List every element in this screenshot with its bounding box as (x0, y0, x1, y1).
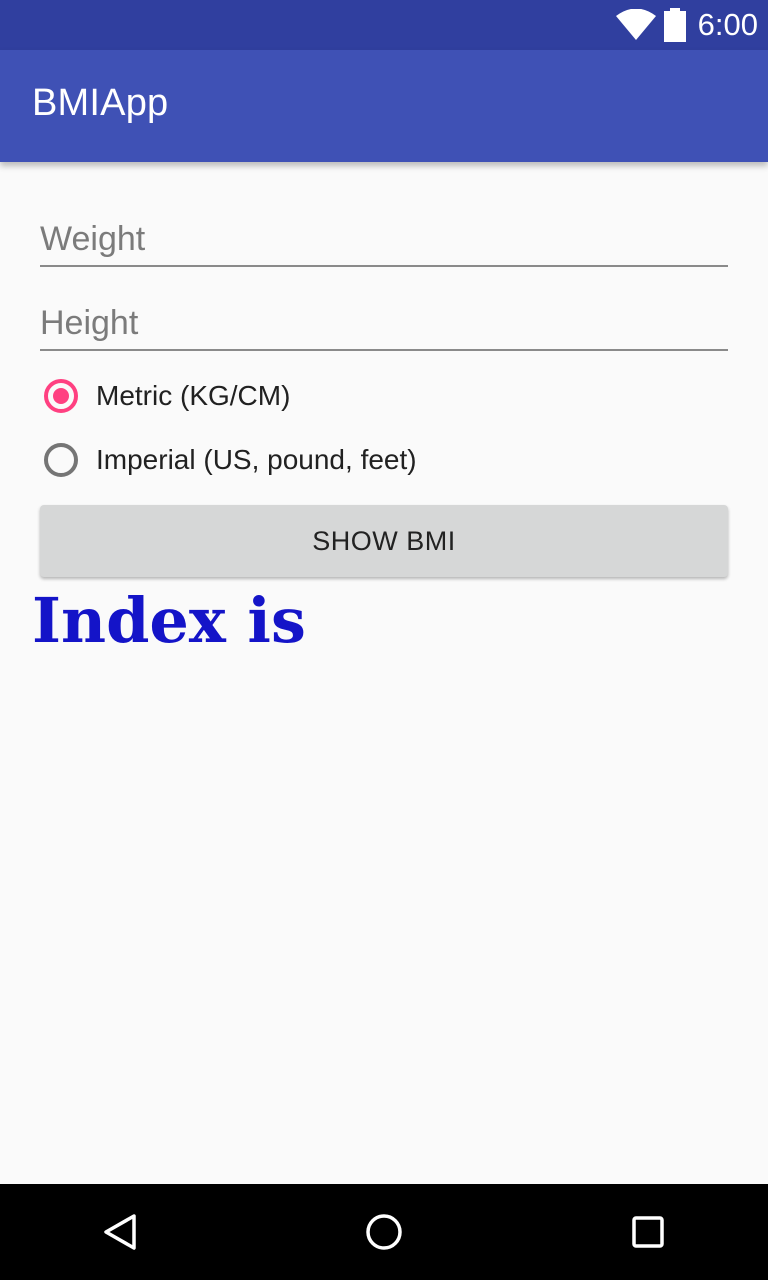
status-icons: 6:00 (615, 0, 758, 50)
radio-unchecked-icon[interactable] (44, 443, 78, 477)
weight-field (40, 205, 728, 267)
radio-metric[interactable]: Metric (KG/CM) (44, 374, 290, 418)
wifi-icon (615, 9, 656, 40)
back-icon[interactable] (100, 1212, 140, 1252)
radio-checked-icon[interactable] (44, 379, 78, 413)
main-content: Metric (KG/CM) Imperial (US, pound, feet… (0, 162, 768, 1184)
app-bar: BMIApp (0, 50, 768, 162)
radio-imperial-label: Imperial (US, pound, feet) (96, 444, 417, 475)
result-text: Index is (32, 584, 306, 657)
app-title: BMIApp (32, 82, 169, 124)
status-time: 6:00 (697, 7, 758, 42)
radio-imperial[interactable]: Imperial (US, pound, feet) (44, 438, 417, 482)
navigation-bar (0, 1184, 768, 1280)
weight-input[interactable] (40, 220, 728, 259)
radio-metric-label: Metric (KG/CM) (96, 380, 291, 411)
status-bar: 6:00 (0, 0, 768, 50)
height-field (40, 289, 728, 351)
home-icon[interactable] (364, 1212, 404, 1252)
battery-icon (663, 8, 686, 42)
recents-icon[interactable] (628, 1212, 668, 1252)
show-bmi-button[interactable]: SHOW BMI (40, 505, 728, 577)
height-input[interactable] (40, 304, 728, 343)
